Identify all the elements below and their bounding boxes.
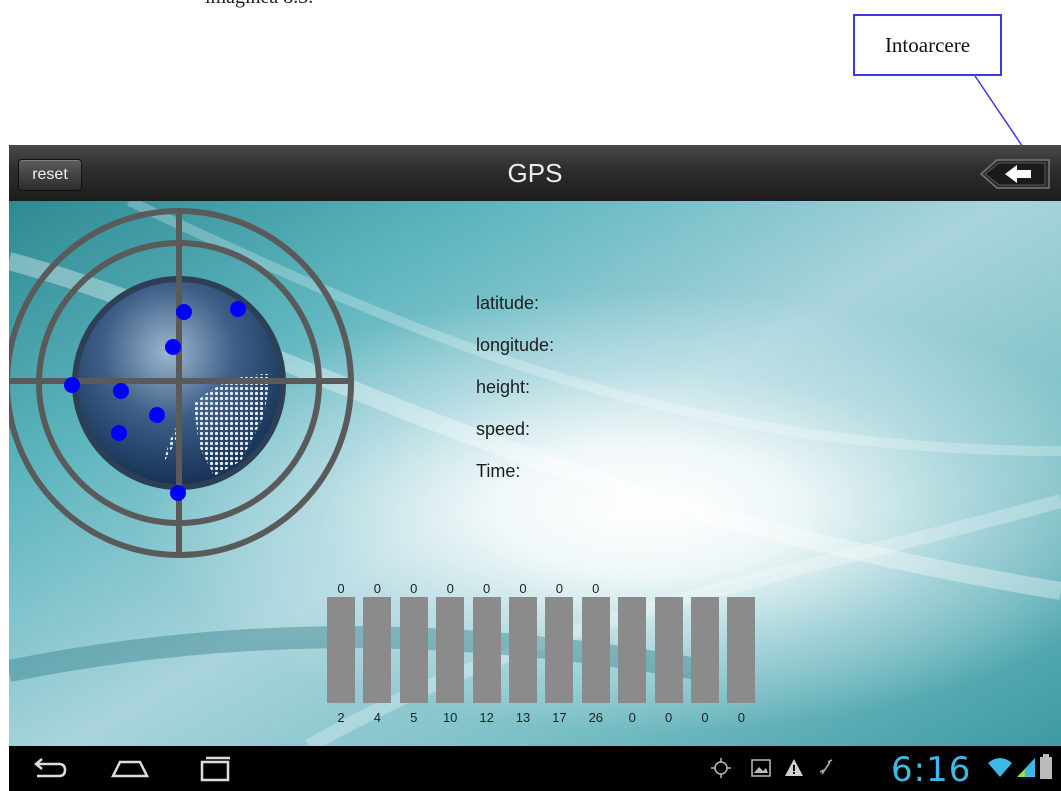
satellite-id-label: 0 — [664, 710, 673, 725]
speed-label: speed: — [476, 419, 531, 439]
signal-bar — [618, 597, 647, 703]
signal-bar — [545, 597, 574, 703]
recent-apps-icon[interactable] — [194, 754, 234, 782]
satellite-dot — [113, 383, 129, 399]
signal-strength-label: 0 — [592, 581, 600, 596]
signal-strength-label: 0 — [410, 581, 418, 596]
gallery-icon — [751, 759, 771, 777]
satellite-id-label: 2 — [337, 710, 345, 725]
signal-bar — [581, 597, 610, 703]
satellite-dot — [165, 339, 181, 355]
satellite-dot — [230, 301, 246, 317]
signal-bar — [727, 597, 756, 703]
signal-strength-label: 0 — [482, 581, 491, 596]
satellite-radar — [9, 208, 354, 558]
battery-icon — [1040, 754, 1052, 779]
signal-bar — [691, 597, 719, 703]
back-icon[interactable] — [29, 754, 69, 782]
satellite-id-label: 17 — [552, 710, 567, 725]
position-info-panel: latitude: longitude: height: speed: Time… — [476, 293, 554, 503]
signal-strength-label: 0 — [519, 581, 527, 596]
satellite-id-label: 4 — [373, 710, 381, 725]
warning-icon — [785, 759, 803, 776]
gps-icon — [711, 758, 731, 778]
page-title: GPS — [507, 158, 563, 188]
home-icon[interactable] — [109, 754, 151, 782]
satellite-id-label: 26 — [588, 710, 604, 725]
signal-strength-label: 0 — [337, 581, 345, 596]
satellite-id-label: 5 — [410, 710, 418, 725]
signal-strength-label: 0 — [373, 581, 381, 596]
latitude-label: latitude: — [476, 293, 540, 313]
satellite-dot — [176, 304, 192, 320]
system-navigation-bar: 6:16 — [9, 746, 1061, 791]
satellite-id-label: 0 — [737, 710, 745, 725]
satellite-dot — [149, 407, 165, 423]
wifi-icon — [988, 758, 1012, 777]
signal-icon — [1017, 758, 1035, 777]
signal-bar — [399, 597, 428, 703]
satellite-id-label: 10 — [442, 710, 458, 725]
device-screen: reset GPS latitude: longitude: height: s… — [9, 145, 1061, 791]
back-arrow-icon[interactable] — [979, 159, 1051, 189]
signal-bar — [654, 597, 683, 703]
satellite-id-label: 12 — [479, 710, 494, 725]
signal-bar — [436, 597, 465, 703]
satellite-id-label: 0 — [628, 710, 636, 725]
satellite-id-label: 13 — [515, 710, 531, 725]
satellite-dot — [64, 377, 80, 393]
signal-bar — [363, 597, 392, 703]
usb-debug-icon — [819, 759, 833, 775]
signal-bar — [509, 597, 537, 703]
title-bar: reset GPS — [9, 145, 1061, 202]
longitude-label: longitude: — [476, 335, 555, 355]
time-label: Time: — [476, 461, 521, 481]
height-label: height: — [476, 377, 531, 397]
satellite-id-label: 0 — [701, 710, 709, 725]
signal-bar — [472, 597, 501, 703]
signal-bar — [327, 597, 355, 703]
gps-content-area: latitude: longitude: height: speed: Time… — [9, 201, 1061, 746]
signal-strength-label: 0 — [446, 581, 454, 596]
clock-display: 6:16 — [891, 750, 972, 790]
satellite-dot — [170, 485, 186, 501]
signal-strength-label: 0 — [555, 581, 563, 596]
satellite-dot — [111, 425, 127, 441]
